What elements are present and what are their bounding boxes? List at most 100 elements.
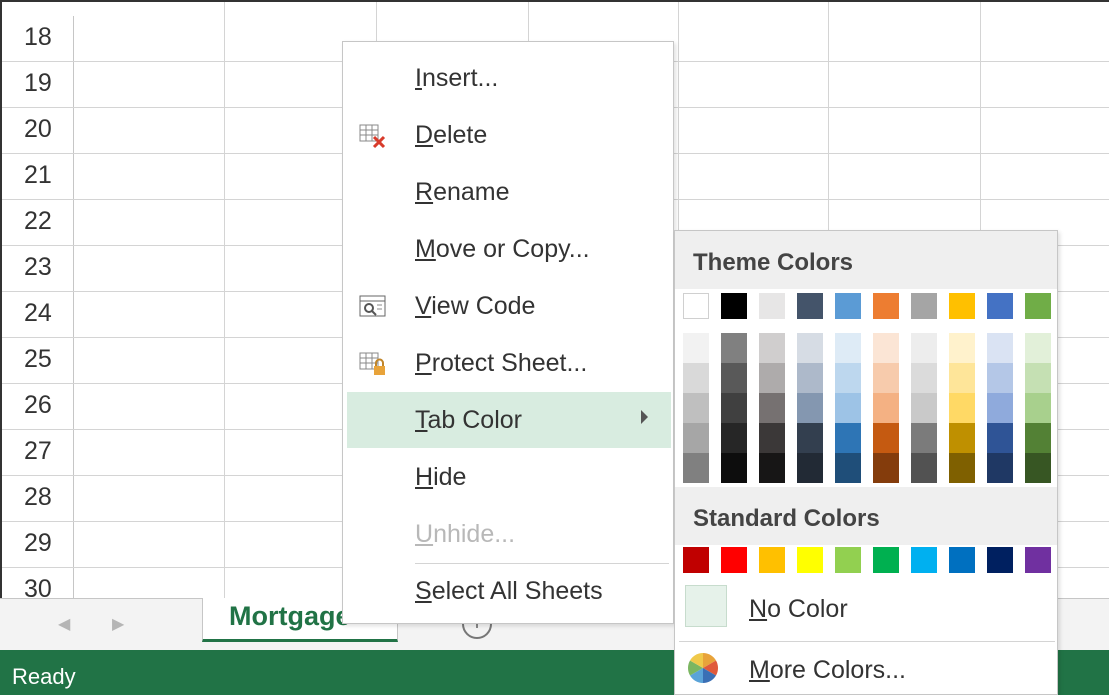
row-header[interactable]: 18 [2,16,74,61]
standard-color-swatch[interactable] [987,547,1013,573]
theme-shade-swatch[interactable] [949,333,975,363]
theme-shade-swatch[interactable] [721,423,747,453]
theme-shade-swatch[interactable] [873,453,899,483]
row-header[interactable]: 24 [2,292,74,337]
menu-item-hide[interactable]: Hide [347,449,671,505]
theme-shade-swatch[interactable] [873,333,899,363]
theme-shade-swatch[interactable] [721,363,747,393]
theme-shade-swatch[interactable] [1025,333,1051,363]
theme-shade-swatch[interactable] [949,363,975,393]
theme-color-swatch[interactable] [949,293,975,319]
standard-color-swatch[interactable] [797,547,823,573]
theme-shade-swatch[interactable] [987,393,1013,423]
theme-shade-swatch[interactable] [759,423,785,453]
menu-item-rename[interactable]: Rename [347,164,671,220]
standard-color-swatch[interactable] [1025,547,1051,573]
theme-shade-swatch[interactable] [683,333,709,363]
row-header[interactable]: 28 [2,476,74,521]
standard-color-swatch[interactable] [759,547,785,573]
theme-shade-swatch[interactable] [987,453,1013,483]
theme-color-swatch[interactable] [759,293,785,319]
theme-shade-swatch[interactable] [759,453,785,483]
more-colors-option[interactable]: More Colors... [679,641,1055,693]
theme-shade-swatch[interactable] [759,333,785,363]
theme-shade-swatch[interactable] [1025,453,1051,483]
theme-shade-swatch[interactable] [1025,393,1051,423]
theme-shade-swatch[interactable] [1025,363,1051,393]
theme-shade-swatch[interactable] [797,453,823,483]
theme-shade-swatch[interactable] [949,423,975,453]
theme-color-swatch[interactable] [721,293,747,319]
row-header[interactable]: 22 [2,200,74,245]
theme-color-swatch[interactable] [987,293,1013,319]
theme-color-swatch[interactable] [911,293,937,319]
standard-color-swatch[interactable] [873,547,899,573]
standard-color-swatch[interactable] [683,547,709,573]
standard-color-swatch[interactable] [911,547,937,573]
theme-shade-swatch[interactable] [759,363,785,393]
menu-item-move-or-copy[interactable]: Move or Copy... [347,221,671,277]
menu-item-protect-sheet[interactable]: Protect Sheet... [347,335,671,391]
theme-shade-swatch[interactable] [759,393,785,423]
theme-color-swatch[interactable] [683,293,709,319]
theme-color-swatch[interactable] [835,293,861,319]
menu-item-insert[interactable]: Insert... [347,50,671,106]
row-header[interactable]: 19 [2,62,74,107]
theme-shade-swatch[interactable] [721,393,747,423]
menu-item-label: Hide [415,463,467,491]
theme-shade-swatch[interactable] [721,333,747,363]
theme-shade-swatch[interactable] [987,363,1013,393]
theme-shade-swatch[interactable] [987,333,1013,363]
row-header[interactable]: 30 [2,568,74,598]
row-header[interactable]: 23 [2,246,74,291]
row-header[interactable]: 20 [2,108,74,153]
menu-item-tab-color[interactable]: Tab Color [347,392,671,448]
theme-shade-swatch[interactable] [797,333,823,363]
theme-color-swatch[interactable] [797,293,823,319]
theme-shade-swatch[interactable] [949,393,975,423]
theme-shade-swatch[interactable] [911,453,937,483]
theme-shade-swatch[interactable] [797,393,823,423]
standard-color-swatch[interactable] [949,547,975,573]
theme-shade-swatch[interactable] [683,453,709,483]
theme-shade-swatch[interactable] [911,333,937,363]
theme-shade-swatch[interactable] [797,363,823,393]
theme-shade-swatch[interactable] [835,393,861,423]
menu-item-view-code[interactable]: View Code [347,278,671,334]
theme-shade-swatch[interactable] [835,333,861,363]
theme-color-swatch[interactable] [1025,293,1051,319]
menu-item-select-all-sheets[interactable]: Select All Sheets [347,563,671,619]
theme-shade-swatch[interactable] [911,363,937,393]
theme-shade-swatch[interactable] [835,453,861,483]
sheet-tab-context-menu: Insert... Delete Rename Move or Copy... View… [342,41,674,624]
theme-shade-swatch[interactable] [835,423,861,453]
row-header[interactable]: 21 [2,154,74,199]
theme-shade-swatch[interactable] [1025,423,1051,453]
menu-item-delete[interactable]: Delete [347,107,671,163]
menu-item-label: View Code [415,292,536,320]
theme-shade-swatch[interactable] [683,423,709,453]
theme-shade-column [873,333,899,483]
row-header[interactable]: 26 [2,384,74,429]
row-header[interactable]: 29 [2,522,74,567]
theme-shade-swatch[interactable] [987,423,1013,453]
theme-shade-swatch[interactable] [683,393,709,423]
theme-shade-swatch[interactable] [873,423,899,453]
theme-shade-swatch[interactable] [721,453,747,483]
theme-shade-swatch[interactable] [911,393,937,423]
no-color-option[interactable]: No Color [679,581,1055,637]
theme-shade-swatch[interactable] [835,363,861,393]
standard-color-swatch[interactable] [835,547,861,573]
theme-shade-swatch[interactable] [873,393,899,423]
theme-shade-swatch[interactable] [797,423,823,453]
row-header[interactable]: 25 [2,338,74,383]
theme-shade-swatch[interactable] [949,453,975,483]
theme-shade-swatch[interactable] [683,363,709,393]
theme-shade-swatch[interactable] [911,423,937,453]
theme-color-swatch[interactable] [873,293,899,319]
scroll-tabs-left-icon[interactable]: ◀ [58,614,70,634]
scroll-tabs-right-icon[interactable]: ▶ [112,614,124,634]
theme-shade-swatch[interactable] [873,363,899,393]
standard-color-swatch[interactable] [721,547,747,573]
row-header[interactable]: 27 [2,430,74,475]
